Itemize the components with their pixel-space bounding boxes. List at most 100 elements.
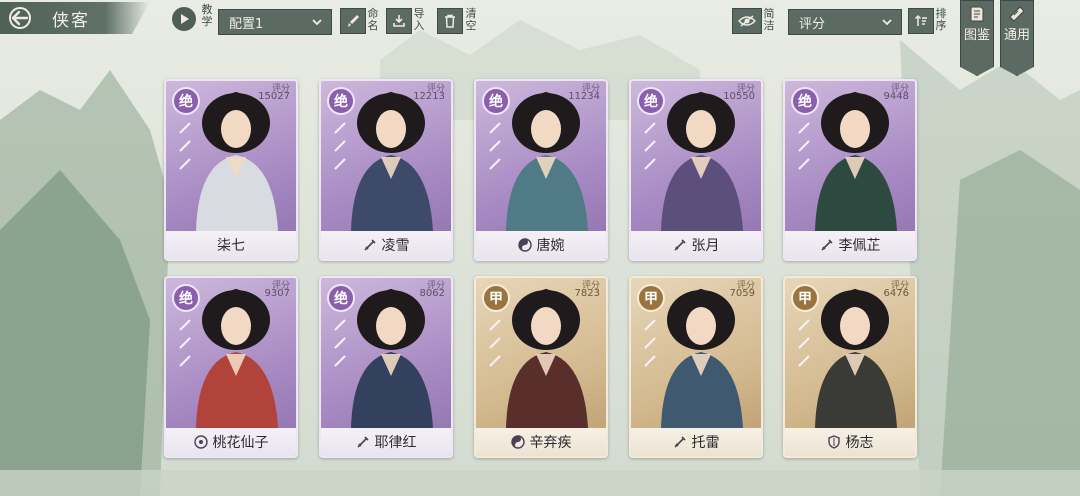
- hero-name: 辛弃疾: [529, 435, 572, 451]
- rank-badge: 甲: [482, 284, 510, 312]
- yinyang-icon: [517, 238, 532, 252]
- hero-name-bar: 辛弃疾: [476, 428, 606, 456]
- shield-icon: [827, 435, 840, 449]
- clear-button[interactable]: [437, 8, 463, 34]
- score-value: 10550: [723, 91, 755, 102]
- score-value: 9448: [883, 91, 909, 102]
- sword-icon: [356, 436, 369, 448]
- rename-label: 命名: [367, 7, 379, 32]
- star-swords-icon: [644, 122, 656, 170]
- tutorial-button[interactable]: [170, 5, 198, 33]
- hero-card[interactable]: 绝评分 9448 李佩芷: [783, 79, 917, 261]
- sort-label: 排序: [935, 7, 947, 32]
- page-title: 侠客: [52, 10, 90, 31]
- score-value: 11234: [568, 91, 600, 102]
- score-value: 6476: [883, 288, 909, 299]
- general-label: 通用: [1003, 28, 1030, 43]
- rank-badge: 绝: [172, 284, 200, 312]
- hero-card[interactable]: 绝评分 12213 凌雪: [319, 79, 453, 261]
- hero-name-bar: 柒七: [166, 231, 296, 259]
- score-value: 15027: [258, 91, 290, 102]
- codex-label: 图鉴: [963, 28, 990, 43]
- hero-card[interactable]: 甲评分 6476 杨志: [783, 276, 917, 458]
- hero-name-bar: 张月: [631, 231, 761, 259]
- rank-badge: 绝: [172, 87, 200, 115]
- hero-name: 张月: [691, 238, 720, 254]
- hero-card[interactable]: 绝评分 11234 唐婉: [474, 79, 608, 261]
- sword-icon: [363, 239, 376, 251]
- scroll-icon: [1009, 6, 1025, 22]
- simple-view-button[interactable]: [732, 8, 762, 34]
- hero-name: 唐婉: [536, 238, 565, 254]
- hero-name-bar: 杨志: [785, 428, 915, 456]
- hero-card[interactable]: 绝评分 8062 耶律红: [319, 276, 453, 458]
- hero-name-bar: 桃花仙子: [166, 428, 296, 456]
- eye-icon: [738, 15, 756, 27]
- hero-name-bar: 耶律红: [321, 428, 451, 456]
- star-swords-icon: [179, 122, 191, 170]
- score-value: 12213: [413, 91, 445, 102]
- sword-icon: [673, 239, 686, 251]
- star-swords-icon: [798, 122, 810, 170]
- hero-card[interactable]: 绝评分 10550 张月: [629, 79, 763, 261]
- hero-card[interactable]: 绝评分 9307 桃花仙子: [164, 276, 298, 458]
- star-swords-icon: [798, 319, 810, 367]
- sword-icon: [673, 436, 686, 448]
- play-icon: [181, 14, 189, 24]
- rank-badge: 绝: [482, 87, 510, 115]
- download-icon: [393, 15, 405, 27]
- codex-tab[interactable]: 图鉴: [960, 0, 994, 76]
- sword-icon: [820, 239, 833, 251]
- hero-name: 李佩芷: [838, 238, 881, 254]
- chevron-down-icon: [882, 19, 892, 26]
- book-icon: [970, 6, 984, 22]
- score-value: 7059: [729, 288, 755, 299]
- star-swords-icon: [334, 319, 346, 367]
- hero-name-bar: 凌雪: [321, 231, 451, 259]
- yinyang-icon: [510, 435, 525, 449]
- rank-badge: 甲: [791, 284, 819, 312]
- hero-name: 凌雪: [381, 238, 410, 254]
- hero-name: 桃花仙子: [212, 435, 269, 451]
- tutorial-label: 教学: [201, 3, 213, 28]
- import-button[interactable]: [386, 8, 412, 34]
- rank-badge: 绝: [637, 87, 665, 115]
- general-tab[interactable]: 通用: [1000, 0, 1034, 76]
- hero-card[interactable]: 绝评分 15027 柒七: [164, 79, 298, 261]
- hero-name: 杨志: [845, 435, 874, 451]
- star-swords-icon: [334, 122, 346, 170]
- flower-icon: [193, 435, 208, 449]
- star-swords-icon: [644, 319, 656, 367]
- simple-view-label: 简洁: [763, 7, 775, 32]
- brush-icon: [348, 15, 359, 27]
- sort-icon: [914, 14, 927, 26]
- back-arrow-icon: [0, 3, 44, 33]
- import-label: 导入: [413, 7, 425, 32]
- rename-button[interactable]: [340, 8, 366, 34]
- rank-badge: 绝: [327, 284, 355, 312]
- sort-value: 评分: [799, 16, 826, 32]
- sort-select[interactable]: 评分: [788, 9, 902, 35]
- hero-name: 托雷: [691, 435, 720, 451]
- hero-name: 柒七: [217, 238, 245, 254]
- hero-card[interactable]: 甲评分 7823 辛弃疾: [474, 276, 608, 458]
- star-swords-icon: [489, 122, 501, 170]
- hero-name-bar: 李佩芷: [785, 231, 915, 259]
- chevron-down-icon: [312, 19, 322, 26]
- hero-card[interactable]: 甲评分 7059 托雷: [629, 276, 763, 458]
- star-swords-icon: [489, 319, 501, 367]
- sort-button[interactable]: [908, 8, 934, 34]
- score-value: 7823: [574, 288, 600, 299]
- hero-name: 耶律红: [374, 435, 417, 451]
- score-value: 8062: [419, 288, 445, 299]
- star-swords-icon: [179, 319, 191, 367]
- trash-icon: [445, 14, 455, 28]
- rank-badge: 绝: [327, 87, 355, 115]
- hero-name-bar: 唐婉: [476, 231, 606, 259]
- top-bar: 侠客 教学 配置1 命名 导入 清空 简洁 评分 排序 图鉴 通用: [0, 0, 1080, 76]
- back-button[interactable]: 侠客: [0, 2, 150, 34]
- rank-badge: 甲: [637, 284, 665, 312]
- preset-select[interactable]: 配置1: [218, 9, 332, 35]
- preset-value: 配置1: [229, 16, 264, 32]
- score-value: 9307: [264, 288, 290, 299]
